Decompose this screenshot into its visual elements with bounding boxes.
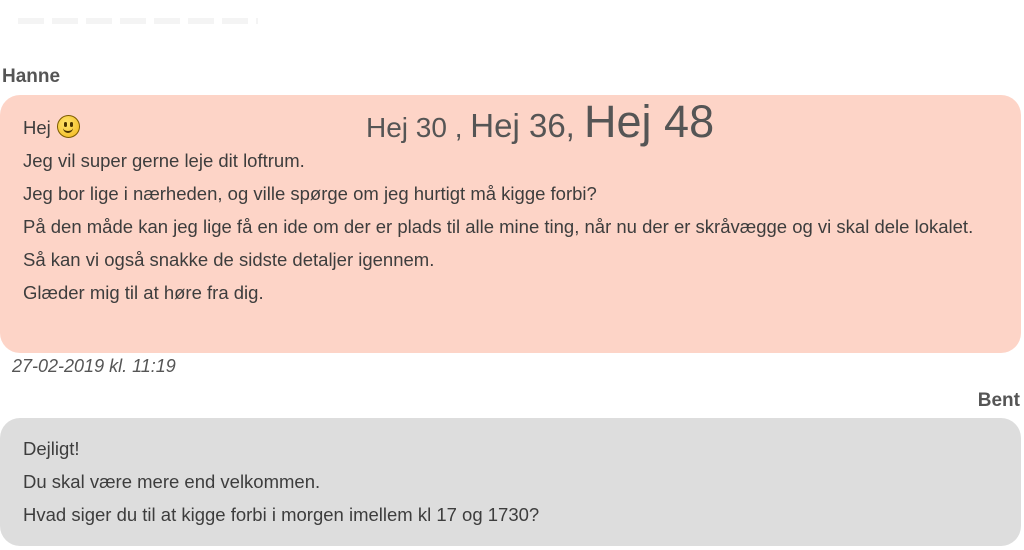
cropped-header [18,0,258,24]
message-line: Så kan vi også snakke de sidste detaljer… [23,249,435,270]
message-line: Hvad siger du til at kigge forbi i morge… [23,504,540,525]
cropped-header-remnant [18,18,258,24]
overlay-text-48: Hej 48 [584,96,715,147]
sender-name-hanne: Hanne [2,66,61,87]
overlay-separator: , [565,107,585,144]
message-timestamp: 27-02-2019 kl. 11:19 [12,356,176,376]
sender-name-bent: Bent [977,390,1020,411]
message-text: Hej [23,117,51,138]
overlay-text-30: Hej 30 [366,112,447,143]
message-line: Jeg vil super gerne leje dit loftrum. [23,150,305,171]
message-line: Jeg bor lige i nærheden, og ville spørge… [23,183,597,204]
overlay-text-36: Hej 36 [470,107,566,144]
message-line: Glæder mig til at høre fra dig. [23,282,264,303]
message-bubble-outgoing: Dejligt! Du skal være mere end velkommen… [0,418,1021,546]
font-size-overlay: Hej 30 , Hej 36, Hej 48 [366,96,714,148]
overlay-separator: , [446,112,471,143]
message-line: Du skal være mere end velkommen. [23,471,321,492]
message-line: På den måde kan jeg lige få en ide om de… [23,216,974,237]
smiley-face-icon [56,115,80,138]
message-thread: Hanne Hej Jeg vil super gerne leje dit l… [0,0,1024,550]
message-line: Dejligt! [23,438,80,459]
